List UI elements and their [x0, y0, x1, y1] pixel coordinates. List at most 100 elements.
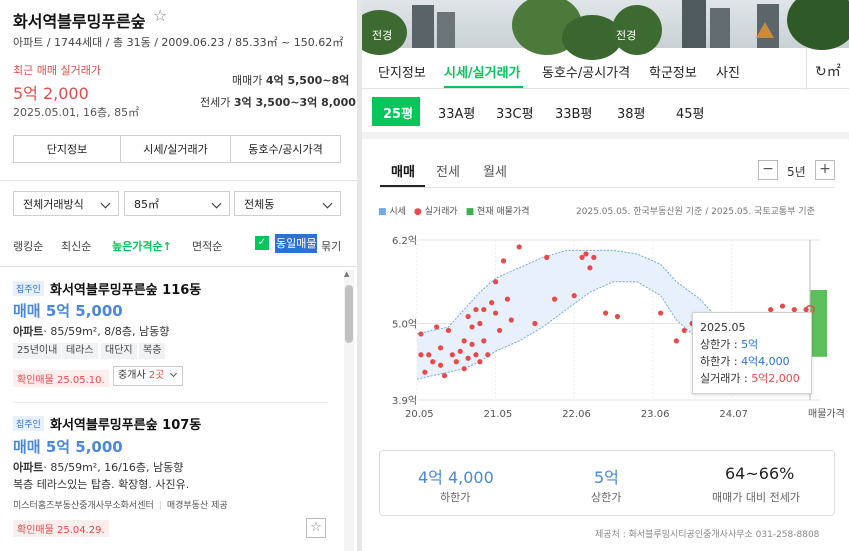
trade-point	[571, 293, 577, 299]
trade-point	[441, 373, 448, 379]
listing-title[interactable]: 화서역블루밍푸른숲 116동	[50, 279, 201, 298]
complex-title: 화서역블루밍푸른숲	[13, 12, 146, 31]
confirm-badge: 확인매물 25.04.29.	[13, 520, 109, 537]
jeonse-price-label: 전세가	[200, 96, 231, 109]
size-tab-33c[interactable]: 33C평	[496, 103, 534, 122]
divider	[0, 180, 357, 181]
section-gap	[362, 132, 849, 139]
listing-type: 아파트	[13, 461, 44, 474]
recent-trade-label: 최근 매매 실거래가	[13, 64, 101, 77]
sort-ranking[interactable]: 랭킹순	[13, 238, 43, 254]
listing-price: 매매 5억 5,000	[13, 302, 123, 320]
legend-current: 현재 매물가격	[476, 207, 530, 217]
size-tab-33b[interactable]: 33B평	[555, 103, 592, 122]
x-tick-label: 20.05	[405, 409, 434, 420]
legend-actual: 실거래가	[424, 207, 458, 217]
trade-point	[614, 313, 621, 320]
trade-point	[489, 300, 495, 306]
trade-point	[551, 296, 558, 302]
tab-market-price[interactable]: 시세/실거래가	[120, 135, 231, 163]
building-shape	[682, 0, 706, 48]
chevron-down-icon	[322, 198, 333, 209]
legend-price: 시세	[389, 207, 406, 217]
trade-type-select[interactable]: 전체거래방식	[13, 191, 119, 216]
trade-point	[681, 327, 687, 334]
dong-select[interactable]: 전체동	[234, 191, 341, 216]
check-icon[interactable]: ✓	[255, 236, 269, 250]
sort-high-price[interactable]: 높은가격순↑	[112, 238, 172, 254]
scrollbar-thumb[interactable]	[345, 285, 353, 343]
y-tick-label: 6.2억	[392, 235, 417, 247]
photo-label: 전경	[372, 29, 393, 42]
sort-latest[interactable]: 최신순	[61, 238, 91, 254]
sale-price-label: 매매가	[232, 74, 263, 87]
agent-info: 미스터홈즈부동산중개사무소화서센터 | 매경부동산 제공	[13, 501, 228, 511]
broker-count-button[interactable]: 중개사 2곳	[113, 366, 184, 386]
area-value: 85㎡	[134, 197, 159, 211]
size-tab-38[interactable]: 38평	[617, 103, 646, 122]
summary-ratio-value: 64~66%	[725, 464, 795, 483]
trade-point	[426, 352, 432, 358]
trade-point	[603, 310, 609, 316]
x-tick-label: 22.06	[562, 409, 591, 420]
trade-point	[587, 265, 593, 271]
complex-photo[interactable]: 전경 전경	[362, 0, 849, 60]
y-tick-label: 5.0억	[392, 318, 417, 330]
tooltip-lower-label: 하한가 :	[700, 355, 742, 368]
period-decrease-button[interactable]: −	[758, 160, 778, 180]
chart-tab-jeonse[interactable]: 전세	[436, 161, 460, 180]
size-tab-25[interactable]: 25평	[383, 103, 413, 122]
tab-unit-price[interactable]: 동호수/공시가격	[230, 135, 341, 163]
scroll-up-icon[interactable]: ▲	[344, 270, 349, 278]
x-tick-label: 21.05	[484, 409, 513, 420]
sort-area[interactable]: 면적순	[192, 238, 222, 254]
provider-footer: 제공처 : 화서블루밍시티공인중개사사무소 031-258-8808	[595, 530, 820, 540]
detail-panel: 전경 전경 단지정보 시세/실거래가 동호수/공시가격 학군정보 사진 ↻㎡ 2…	[362, 0, 849, 551]
trade-point	[449, 352, 455, 358]
chart-tab-monthly[interactable]: 월세	[483, 161, 507, 180]
listing-type: 아파트	[13, 325, 44, 338]
trade-point	[461, 366, 467, 372]
trade-point	[453, 359, 459, 365]
trade-point	[493, 279, 499, 285]
star-icon[interactable]: ☆	[153, 6, 167, 25]
legend-dot-icon: ●	[413, 207, 422, 217]
trade-point	[532, 320, 538, 327]
summary-lower-label: 하한가	[440, 491, 471, 504]
tab-market-price[interactable]: 시세/실거래가	[444, 62, 521, 81]
star-icon[interactable]: ☆	[306, 518, 326, 538]
area-select[interactable]: 85㎡	[124, 191, 230, 216]
tab-photos[interactable]: 사진	[716, 62, 740, 81]
trade-point	[516, 244, 522, 250]
owner-badge: 집주인	[13, 281, 44, 296]
divider	[0, 266, 357, 267]
trade-point	[481, 306, 487, 313]
recent-trade-price: 5억 2,000	[13, 84, 89, 103]
complex-meta: 아파트 / 1744세대 / 총 31동 / 2009.06.23 / 85.3…	[13, 36, 344, 49]
tab-school[interactable]: 학군정보	[649, 62, 697, 81]
listing-title[interactable]: 화서역블루밍푸른숲 107동	[50, 414, 201, 433]
agent-name: 미스터홈즈부동산중개사무소화서센터	[13, 501, 154, 511]
chart-tab-sale[interactable]: 매매	[391, 161, 415, 180]
tab-complex-info[interactable]: 단지정보	[378, 62, 426, 81]
size-tab-45[interactable]: 45평	[676, 103, 705, 122]
divider	[806, 48, 807, 90]
trade-point	[422, 369, 428, 375]
sale-price-row: 매매가 4억 5,500~8억	[232, 72, 349, 88]
tooltip-actual-value: 5억2,000	[751, 372, 800, 385]
refresh-icon[interactable]: ↻㎡	[815, 61, 841, 81]
trade-point	[437, 362, 444, 368]
owner-badge: 집주인	[13, 416, 44, 431]
listing-spec: · 85/59m², 8/8층, 남동향	[43, 325, 170, 338]
trade-point	[481, 338, 487, 344]
jeonse-price-value: 3억 3,500~3억 8,000	[233, 96, 356, 109]
tab-complex-info[interactable]: 단지정보	[13, 135, 121, 163]
size-tab-33a[interactable]: 33A평	[438, 103, 475, 122]
tooltip-lower-value: 4억4,000	[741, 355, 790, 368]
tooltip-upper: 상한가 : 5억	[700, 336, 804, 353]
tab-unit-price[interactable]: 동호수/공시가격	[542, 62, 630, 81]
same-listing-checkbox-label[interactable]: 동일매물	[275, 234, 318, 253]
trade-point	[477, 320, 483, 327]
trade-point	[779, 303, 786, 309]
period-increase-button[interactable]: +	[815, 160, 835, 180]
